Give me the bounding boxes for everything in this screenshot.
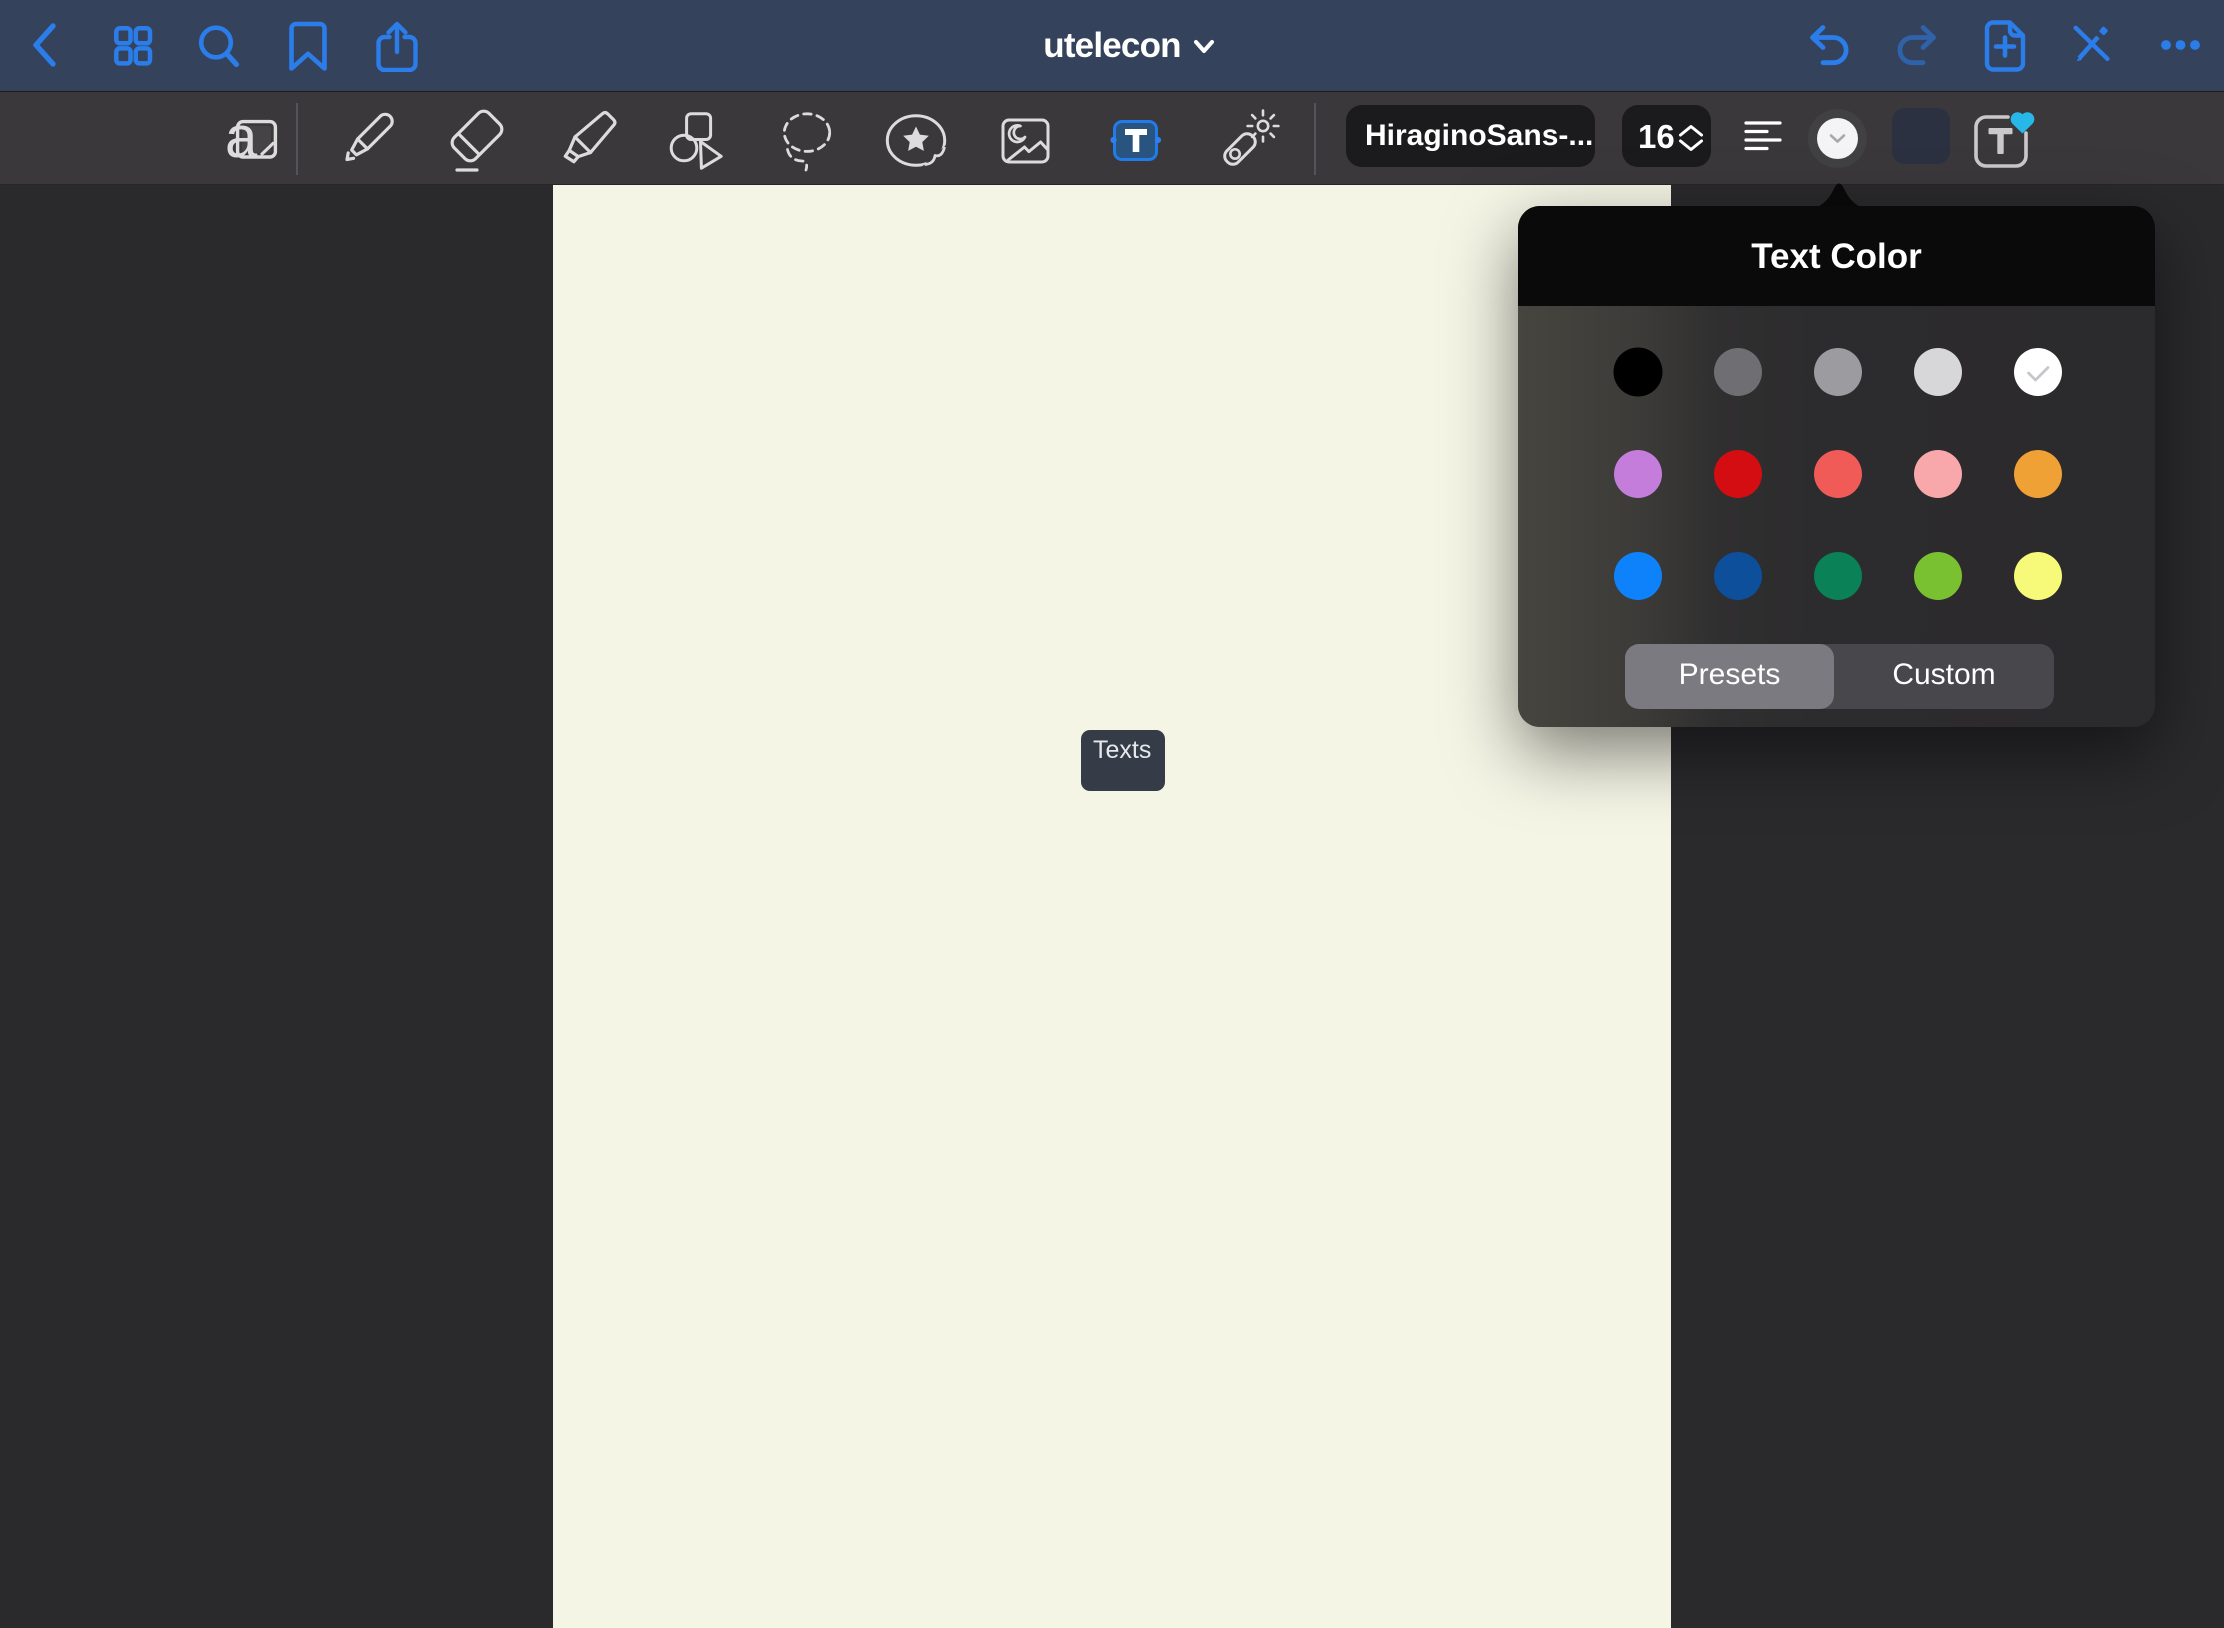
svg-text:a: a [225, 105, 258, 170]
